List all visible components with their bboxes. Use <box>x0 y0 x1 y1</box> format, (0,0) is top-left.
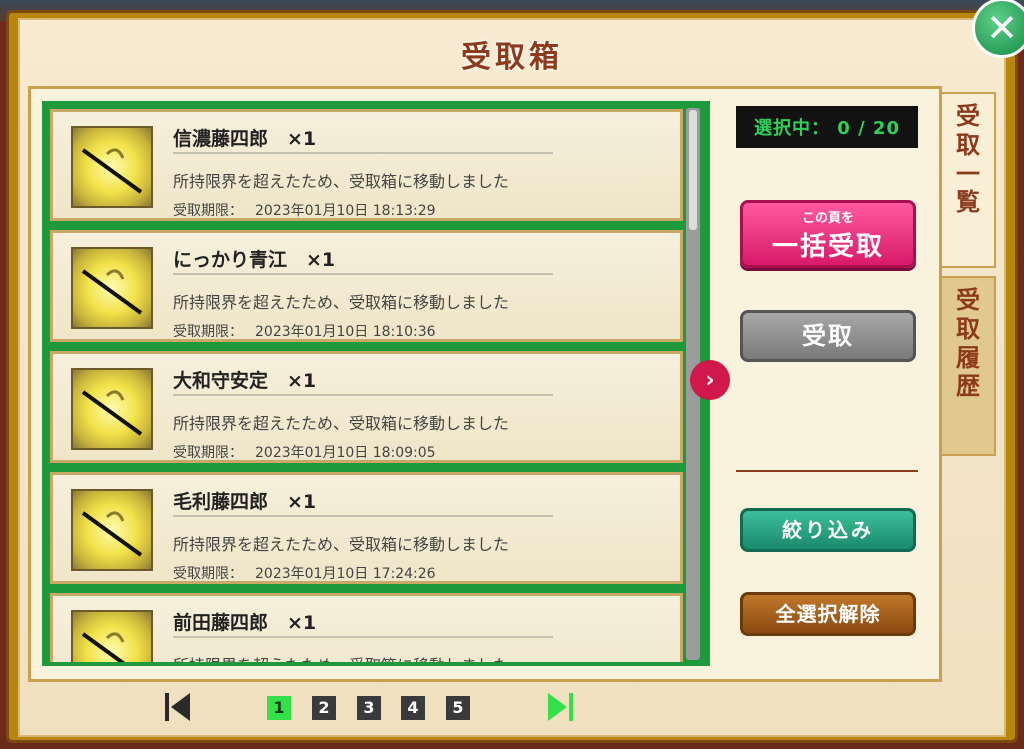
sword-thumbnail <box>71 489 153 571</box>
first-page-icon[interactable] <box>164 692 192 722</box>
item-deadline: 2023年01月10日 18:13:29 <box>255 203 436 219</box>
list-item[interactable]: 毛利藤四郎 ×1 所持限界を超えたため、受取箱に移動しました 受取期限： 202… <box>50 472 683 584</box>
list-item[interactable]: 信濃藤四郎 ×1 所持限界を超えたため、受取箱に移動しました 受取期限： 202… <box>50 109 683 221</box>
item-deadline-label: 受取期限： <box>173 566 243 582</box>
item-divider <box>173 152 553 154</box>
tab-char: 取 <box>956 313 980 343</box>
tab-char: 覧 <box>956 187 980 217</box>
dialog-title: 受取箱 <box>461 40 563 75</box>
list-item[interactable]: 大和守安定 ×1 所持限界を超えたため、受取箱に移動しました 受取期限： 202… <box>50 351 683 463</box>
item-deadline: 2023年01月10日 18:10:36 <box>255 324 436 340</box>
item-deadline: 2023年01月10日 18:09:05 <box>255 445 436 461</box>
tab-receive-history[interactable]: 受 取 履 歴 <box>942 276 996 456</box>
item-deadline-label: 受取期限： <box>173 324 243 340</box>
chevron-right-icon[interactable]: › <box>690 360 730 400</box>
page-1-button[interactable]: 1 <box>267 696 291 720</box>
sword-thumbnail <box>71 126 153 208</box>
sword-thumbnail <box>71 610 153 662</box>
tab-char: 履 <box>956 342 980 372</box>
tab-receive-list[interactable]: 受 取 一 覧 <box>942 92 996 268</box>
list-item[interactable]: 前田藤四郎 ×1 所持限界を超えたため、受取箱に移動しました <box>50 593 683 666</box>
item-name: にっかり青江 ×1 <box>173 249 336 271</box>
item-description: 所持限界を超えたため、受取箱に移動しました <box>173 414 510 433</box>
item-name: 信濃藤四郎 ×1 <box>173 128 317 150</box>
item-deadline-label: 受取期限： <box>173 203 243 219</box>
item-description: 所持限界を超えたため、受取箱に移動しました <box>173 293 510 312</box>
bulk-receive-label: 一括受取 <box>771 232 884 262</box>
inbox-list[interactable]: 信濃藤四郎 ×1 所持限界を超えたため、受取箱に移動しました 受取期限： 202… <box>42 101 710 666</box>
item-divider <box>173 636 553 638</box>
bulk-receive-button[interactable]: この頁を 一括受取 <box>740 200 916 268</box>
page-4-button[interactable]: 4 <box>401 696 425 720</box>
filter-button[interactable]: 絞り込み <box>740 508 916 552</box>
item-description: 所持限界を超えたため、受取箱に移動しました <box>173 535 510 554</box>
bulk-receive-caption: この頁を <box>801 211 854 226</box>
page-3-button[interactable]: 3 <box>357 696 381 720</box>
item-name: 毛利藤四郎 ×1 <box>173 491 317 513</box>
item-divider <box>173 515 553 517</box>
item-name: 大和守安定 ×1 <box>173 370 317 392</box>
deselect-all-button[interactable]: 全選択解除 <box>740 592 916 636</box>
tab-char: 取 <box>956 129 980 159</box>
selected-counter: 選択中： 0 / 20 <box>736 106 918 148</box>
sword-thumbnail <box>71 368 153 450</box>
scrollbar-thumb[interactable] <box>689 110 697 230</box>
tab-char: 受 <box>956 101 980 130</box>
item-name: 前田藤四郎 ×1 <box>173 612 317 634</box>
tab-char: 一 <box>956 158 980 188</box>
last-page-icon[interactable] <box>546 692 574 722</box>
sword-thumbnail <box>71 247 153 329</box>
item-description: 所持限界を超えたため、受取箱に移動しました <box>173 172 510 191</box>
page-2-button[interactable]: 2 <box>312 696 336 720</box>
item-divider <box>173 273 553 275</box>
page-5-button[interactable]: 5 <box>446 696 470 720</box>
item-description: 所持限界を超えたため、受取箱に移動しました <box>173 656 510 666</box>
item-deadline: 2023年01月10日 17:24:26 <box>255 566 436 582</box>
item-deadline-label: 受取期限： <box>173 445 243 461</box>
list-item[interactable]: にっかり青江 ×1 所持限界を超えたため、受取箱に移動しました 受取期限： 20… <box>50 230 683 342</box>
receive-button[interactable]: 受取 <box>740 310 916 362</box>
item-divider <box>173 394 553 396</box>
sidebar-divider <box>736 470 918 472</box>
tab-char: 歴 <box>956 371 980 401</box>
tab-char: 受 <box>956 285 980 314</box>
